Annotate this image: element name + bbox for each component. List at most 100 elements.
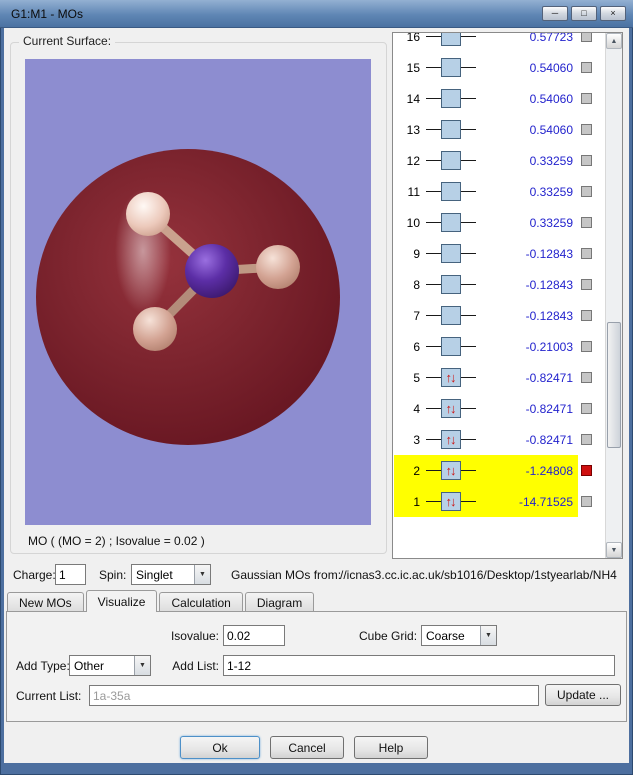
mo-view-checkbox[interactable]: [581, 496, 592, 507]
mo-row[interactable]: 15 0.54060: [394, 52, 604, 83]
mo-view-checkbox[interactable]: [581, 310, 592, 321]
add-list-input[interactable]: [223, 655, 615, 676]
mo-view-checkbox[interactable]: [581, 434, 592, 445]
mo-box-icon[interactable]: [441, 213, 461, 232]
mo-row-main[interactable]: 10 0.33259: [394, 207, 578, 238]
mo-level-icon[interactable]: [426, 33, 476, 46]
mo-row-main[interactable]: 7 -0.12843: [394, 300, 578, 331]
mo-row-main[interactable]: 12 0.33259: [394, 145, 578, 176]
mo-level-icon[interactable]: [426, 213, 476, 232]
mo-row-main[interactable]: 15 0.54060: [394, 52, 578, 83]
mo-view-checkbox[interactable]: [581, 93, 592, 104]
mo-view-checkbox[interactable]: [581, 372, 592, 383]
mo-row-main[interactable]: 2 ↑ ↓ -1.24808: [394, 455, 578, 486]
tab-visualize[interactable]: Visualize: [85, 590, 158, 612]
mo-box-icon[interactable]: [441, 306, 461, 325]
mo-view-checkbox[interactable]: [581, 248, 592, 259]
mo-row-main[interactable]: 16 0.57723: [394, 33, 578, 52]
mo-box-icon[interactable]: [441, 182, 461, 201]
mo-row-main[interactable]: 11 0.33259: [394, 176, 578, 207]
mo-row[interactable]: 9 -0.12843: [394, 238, 604, 269]
mo-row-main[interactable]: 8 -0.12843: [394, 269, 578, 300]
mo-box-icon[interactable]: [441, 89, 461, 108]
mo-row[interactable]: 16 0.57723: [394, 33, 604, 52]
mo-row[interactable]: 14 0.54060: [394, 83, 604, 114]
tab-calculation[interactable]: Calculation: [159, 592, 243, 612]
mo-view-checkbox[interactable]: [581, 33, 592, 42]
mo-view-checkbox[interactable]: [581, 186, 592, 197]
mo-row[interactable]: 11 0.33259: [394, 176, 604, 207]
mo-row[interactable]: 12 0.33259: [394, 145, 604, 176]
mo-row-main[interactable]: 3 ↑ ↓ -0.82471: [394, 424, 578, 455]
scrollbar-thumb[interactable]: [607, 321, 621, 448]
mo-row[interactable]: 3 ↑ ↓ -0.82471: [394, 424, 604, 455]
ok-button[interactable]: Ok: [180, 736, 260, 759]
mo-level-icon[interactable]: [426, 89, 476, 108]
mo-level-icon[interactable]: ↑ ↓: [426, 492, 476, 511]
mo-level-icon[interactable]: [426, 244, 476, 263]
mo-row-main[interactable]: 4 ↑ ↓ -0.82471: [394, 393, 578, 424]
mo-level-icon[interactable]: [426, 306, 476, 325]
mo-box-icon[interactable]: ↑ ↓: [441, 430, 461, 449]
mo-level-icon[interactable]: ↑ ↓: [426, 368, 476, 387]
mo-box-icon[interactable]: [441, 33, 461, 46]
mo-row[interactable]: 2 ↑ ↓ -1.24808: [394, 455, 604, 486]
molecule-viewport[interactable]: [25, 59, 371, 525]
spin-dropdown[interactable]: Singlet ▼: [131, 564, 211, 585]
mo-level-icon[interactable]: ↑ ↓: [426, 461, 476, 480]
mo-view-checkbox[interactable]: [581, 279, 592, 290]
help-button[interactable]: Help: [354, 736, 428, 759]
mo-box-icon[interactable]: ↑ ↓: [441, 399, 461, 418]
mo-row[interactable]: 4 ↑ ↓ -0.82471: [394, 393, 604, 424]
mo-row-main[interactable]: 13 0.54060: [394, 114, 578, 145]
cube-grid-dropdown-arrow-icon[interactable]: ▼: [480, 626, 496, 645]
mo-view-checkbox[interactable]: [581, 341, 592, 352]
add-type-dropdown-arrow-icon[interactable]: ▼: [134, 656, 150, 675]
mo-row[interactable]: 6 -0.21003: [394, 331, 604, 362]
mo-box-icon[interactable]: ↑ ↓: [441, 461, 461, 480]
maximize-button[interactable]: □: [571, 6, 597, 21]
charge-input[interactable]: [55, 564, 86, 585]
mo-row-main[interactable]: 5 ↑ ↓ -0.82471: [394, 362, 578, 393]
mo-row[interactable]: 7 -0.12843: [394, 300, 604, 331]
mo-row[interactable]: 8 -0.12843: [394, 269, 604, 300]
isovalue-input[interactable]: [223, 625, 285, 646]
update-button[interactable]: Update ...: [545, 684, 621, 706]
mo-row[interactable]: 13 0.54060: [394, 114, 604, 145]
spin-dropdown-arrow-icon[interactable]: ▼: [194, 565, 210, 584]
mo-level-icon[interactable]: ↑ ↓: [426, 399, 476, 418]
mo-box-icon[interactable]: [441, 244, 461, 263]
tab-new-mos[interactable]: New MOs: [7, 592, 84, 612]
scroll-down-button[interactable]: ▼: [606, 542, 622, 558]
titlebar[interactable]: G1:M1 - MOs ─ □ ×: [0, 0, 633, 28]
mo-box-icon[interactable]: [441, 275, 461, 294]
mo-level-icon[interactable]: [426, 337, 476, 356]
mo-box-icon[interactable]: [441, 58, 461, 77]
mo-level-icon[interactable]: [426, 151, 476, 170]
mo-level-icon[interactable]: [426, 182, 476, 201]
mo-view-checkbox[interactable]: [581, 465, 592, 476]
mo-view-checkbox[interactable]: [581, 155, 592, 166]
mo-row-main[interactable]: 9 -0.12843: [394, 238, 578, 269]
close-button[interactable]: ×: [600, 6, 626, 21]
mo-level-icon[interactable]: ↑ ↓: [426, 430, 476, 449]
scroll-up-button[interactable]: ▲: [606, 33, 622, 49]
mo-box-icon[interactable]: [441, 120, 461, 139]
mo-level-icon[interactable]: [426, 275, 476, 294]
mo-view-checkbox[interactable]: [581, 217, 592, 228]
mo-view-checkbox[interactable]: [581, 403, 592, 414]
mo-row[interactable]: 1 ↑ ↓ -14.71525: [394, 486, 604, 517]
mo-list-scrollbar[interactable]: ▲ ▼: [605, 33, 622, 558]
cancel-button[interactable]: Cancel: [270, 736, 344, 759]
mo-row-main[interactable]: 6 -0.21003: [394, 331, 578, 362]
cube-grid-dropdown[interactable]: Coarse ▼: [421, 625, 497, 646]
mo-level-icon[interactable]: [426, 120, 476, 139]
mo-view-checkbox[interactable]: [581, 124, 592, 135]
mo-row[interactable]: 10 0.33259: [394, 207, 604, 238]
mo-row[interactable]: 5 ↑ ↓ -0.82471: [394, 362, 604, 393]
mo-row-main[interactable]: 14 0.54060: [394, 83, 578, 114]
mo-level-icon[interactable]: [426, 58, 476, 77]
mo-box-icon[interactable]: ↑ ↓: [441, 492, 461, 511]
minimize-button[interactable]: ─: [542, 6, 568, 21]
mo-box-icon[interactable]: ↑ ↓: [441, 368, 461, 387]
